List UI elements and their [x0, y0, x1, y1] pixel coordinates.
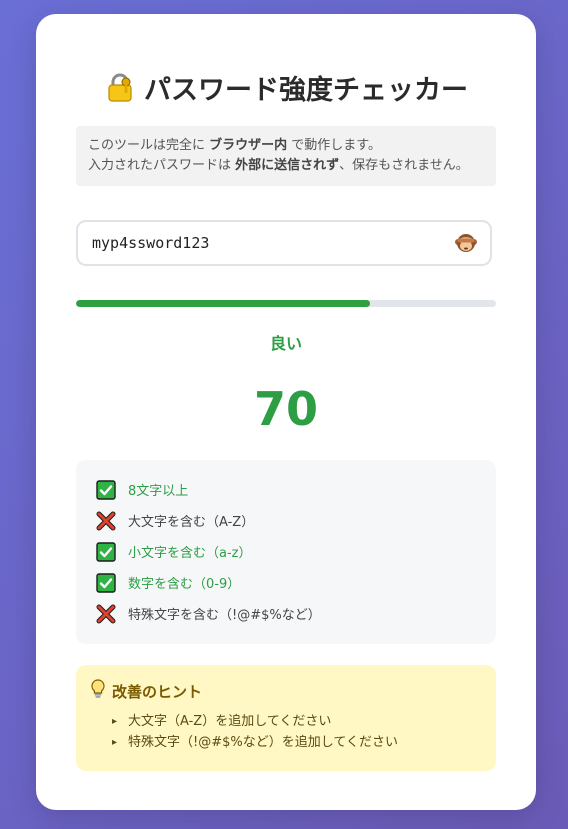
notice-text: 入力されたパスワードは	[88, 158, 236, 173]
criteria-label: 8文字以上	[128, 484, 189, 499]
notice-text: 、保存もされません。	[339, 158, 469, 173]
privacy-notice: このツールは完全に ブラウザー内 で動作します。 入力されたパスワードは 外部に…	[76, 126, 496, 186]
strength-label: 良い	[269, 334, 302, 353]
lock-with-key-icon	[104, 72, 136, 104]
strength-progress-fill	[76, 300, 370, 307]
password-field	[76, 220, 492, 266]
criteria-list: 8文字以上大文字を含む（A-Z） 小文字を含む（a-z） 数字を含む（0-9） 特殊文…	[76, 460, 496, 644]
criteria-label: 小文字を含む（a-z）	[128, 546, 252, 561]
app-title-text: パスワード強度チェッカー	[144, 75, 468, 106]
criteria-item: 8文字以上	[96, 474, 476, 505]
criteria-item: 特殊文字を含む（!@#$%など）	[96, 598, 476, 629]
notice-emphasis: 外部に送信されず	[235, 158, 340, 173]
check-mark-icon	[96, 541, 116, 562]
cross-mark-icon	[96, 511, 116, 531]
criteria-label: 大文字を含む（A-Z）	[128, 515, 255, 530]
notice-text: で動作します。	[287, 138, 381, 153]
notice-emphasis: ブラウザー内	[209, 138, 288, 153]
criteria-label: 数字を含む（0-9）	[128, 577, 241, 592]
notice-text: このツールは完全に	[88, 138, 210, 153]
hints-title: 改善のヒント	[90, 679, 482, 703]
hints-box: 改善のヒント 大文字（A-Z）を追加してください特殊文字（!@#$%など）を追加…	[76, 665, 496, 771]
see-no-evil-monkey-icon[interactable]	[452, 229, 480, 257]
strength-score: 70	[253, 382, 318, 436]
criteria-item: 大文字を含む（A-Z）	[96, 505, 476, 536]
hint-list: 大文字（A-Z）を追加してください特殊文字（!@#$%など）を追加してください	[90, 711, 482, 753]
criteria-item: 数字を含む（0-9）	[96, 567, 476, 598]
hints-title-text: 改善のヒント	[112, 682, 203, 701]
light-bulb-icon	[90, 679, 106, 703]
criteria-label: 特殊文字を含む（!@#$%など）	[128, 608, 321, 623]
check-mark-icon	[96, 479, 116, 500]
checker-card: パスワード強度チェッカー このツールは完全に ブラウザー内 で動作します。 入力…	[36, 14, 536, 810]
app-title: パスワード強度チェッカー	[36, 68, 536, 107]
strength-progress-bar	[76, 300, 496, 307]
hint-item: 特殊文字（!@#$%など）を追加してください	[112, 732, 482, 753]
hint-item: 大文字（A-Z）を追加してください	[112, 711, 482, 732]
criteria-item: 小文字を含む（a-z）	[96, 536, 476, 567]
password-input[interactable]	[78, 221, 452, 265]
check-mark-icon	[96, 572, 116, 593]
cross-mark-icon	[96, 604, 116, 624]
